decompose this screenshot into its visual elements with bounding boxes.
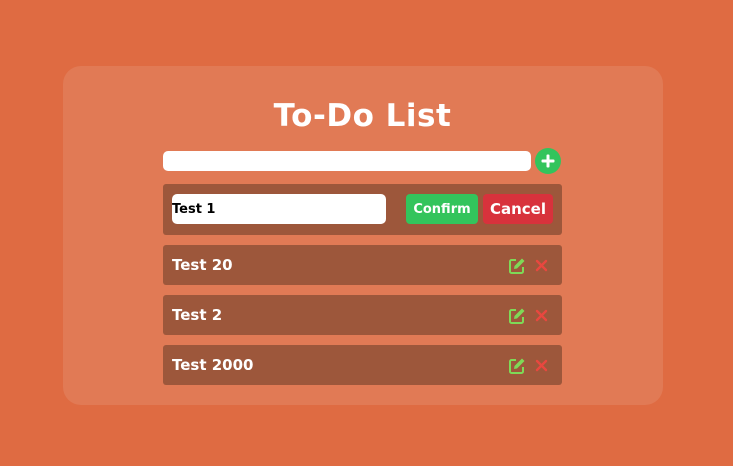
list-item: Test 2 — [163, 295, 562, 335]
plus-icon — [535, 148, 561, 174]
list-item-label: Test 2 — [172, 306, 223, 324]
confirm-button[interactable]: Confirm — [406, 194, 478, 224]
edit-icon[interactable] — [508, 307, 526, 325]
editing-item-row: Confirm Cancel — [163, 184, 562, 235]
add-task-button[interactable] — [535, 148, 561, 174]
edit-icon[interactable] — [508, 357, 526, 375]
list-item-label: Test 20 — [172, 256, 233, 274]
close-icon[interactable] — [535, 259, 548, 272]
edit-icon[interactable] — [508, 257, 526, 275]
list-item: Test 20 — [163, 245, 562, 285]
list-item-label: Test 2000 — [172, 356, 254, 374]
close-icon[interactable] — [535, 309, 548, 322]
edit-task-input[interactable] — [172, 194, 386, 224]
close-icon[interactable] — [535, 359, 548, 372]
new-task-input[interactable] — [163, 151, 531, 171]
cancel-button[interactable]: Cancel — [483, 194, 553, 224]
page-title: To-Do List — [273, 98, 452, 134]
list-item: Test 2000 — [163, 345, 562, 385]
